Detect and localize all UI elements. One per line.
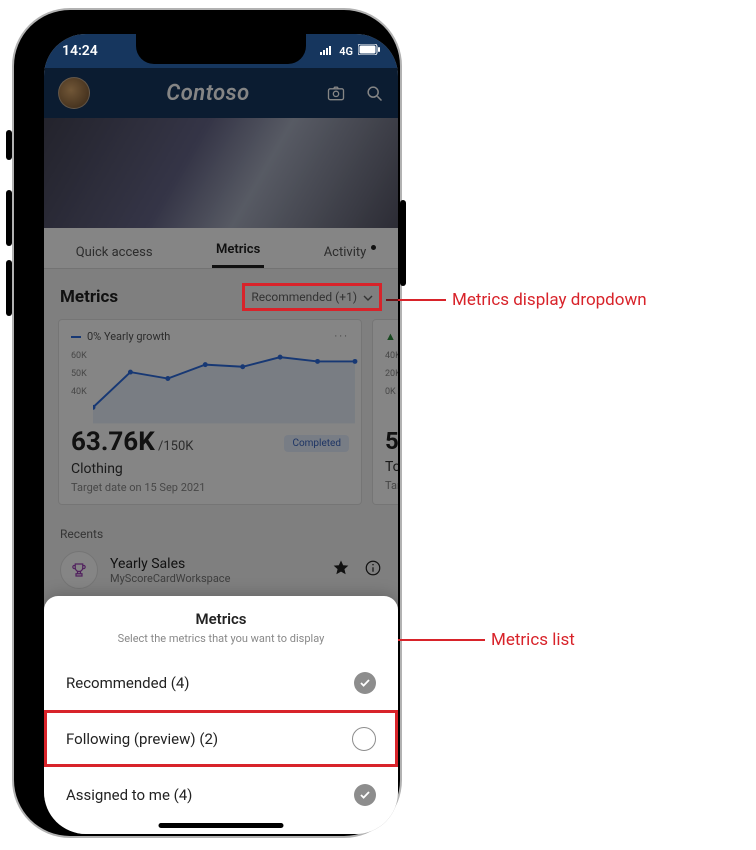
peek-target: Target (385, 479, 398, 492)
callout-dropdown: Metrics display dropdown (386, 290, 647, 310)
card-more-icon[interactable]: ··· (334, 330, 349, 343)
battery-icon (358, 44, 380, 58)
recent-item[interactable]: Yearly Sales MyScoreCardWorkspace (60, 551, 382, 589)
legend-line-icon (71, 336, 81, 338)
callout-list: Metrics list (395, 630, 575, 650)
metrics-cards: 0% Yearly growth ··· 60K 50K 40K (44, 319, 398, 519)
recents-label: Recents (60, 527, 382, 541)
callout-label: Metrics list (491, 630, 575, 650)
sparkline-chart: 60K 50K 40K (71, 347, 349, 425)
callout-label: Metrics display dropdown (452, 290, 647, 310)
peek-value: 53 (385, 427, 398, 455)
camera-icon[interactable] (326, 83, 346, 103)
phone-frame: 14:24 4G Contoso (14, 10, 400, 836)
info-icon[interactable] (364, 559, 382, 581)
option-label: Recommended (4) (66, 674, 190, 692)
tab-activity[interactable]: Activity (320, 245, 371, 268)
y-tick: 50K (71, 369, 87, 379)
metric-value: 63.76K (71, 427, 155, 457)
screen: 14:24 4G Contoso (44, 34, 398, 834)
check-off-icon (352, 727, 376, 751)
option-assigned[interactable]: Assigned to me (4) (44, 767, 398, 822)
y-tick: 20K (385, 369, 398, 379)
metrics-list-sheet: Metrics Select the metrics that you want… (44, 596, 398, 834)
sheet-title: Metrics (44, 610, 398, 628)
y-tick: 40K (385, 351, 398, 361)
notch (136, 34, 306, 64)
metrics-header-row: Metrics Recommended (+1) (44, 269, 398, 319)
hero-banner (44, 118, 398, 228)
search-icon[interactable] (364, 83, 384, 103)
check-on-icon (354, 784, 376, 806)
tab-metrics[interactable]: Metrics (212, 242, 264, 268)
status-time: 14:24 (62, 43, 98, 59)
status-badge: Completed (284, 435, 349, 452)
metric-card-toys[interactable]: ▲ 76 40K 20K 0K 53 Toys Target (372, 319, 398, 505)
option-label: Assigned to me (4) (66, 786, 192, 804)
y-tick: 60K (71, 351, 87, 361)
metric-name: Clothing (71, 461, 349, 477)
tab-bar: Quick access Metrics Activity (44, 228, 398, 269)
peek-name: Toys (385, 459, 398, 475)
activity-dot-icon (371, 245, 376, 250)
star-icon[interactable] (332, 559, 350, 581)
metric-target-date: Target date on 15 Sep 2021 (71, 481, 349, 494)
brand-title: Contoso (166, 81, 249, 106)
option-recommended[interactable]: Recommended (4) (44, 655, 398, 710)
y-tick: 0K (385, 387, 396, 397)
option-label: Following (preview) (2) (66, 730, 218, 748)
home-indicator[interactable] (159, 823, 284, 828)
tab-quick-access[interactable]: Quick access (72, 245, 157, 268)
trophy-icon (60, 551, 98, 589)
check-on-icon (354, 672, 376, 694)
chevron-down-icon (363, 292, 373, 302)
y-tick: 40K (71, 387, 87, 397)
sheet-subtitle: Select the metrics that you want to disp… (44, 632, 398, 645)
network-label: 4G (339, 45, 353, 58)
avatar[interactable] (58, 77, 90, 109)
dropdown-label: Recommended (+1) (251, 290, 357, 304)
metrics-title: Metrics (60, 287, 118, 307)
tab-activity-label: Activity (324, 245, 367, 260)
legend-label: 0% Yearly growth (87, 330, 170, 343)
recent-title: Yearly Sales (110, 556, 230, 572)
option-following[interactable]: Following (preview) (2) (44, 710, 398, 767)
app-header: Contoso (44, 68, 398, 118)
metric-goal: /150K (155, 439, 194, 454)
recent-subtitle: MyScoreCardWorkspace (110, 572, 230, 585)
signal-icon (320, 45, 334, 58)
metric-card-clothing[interactable]: 0% Yearly growth ··· 60K 50K 40K (58, 319, 362, 505)
metrics-display-dropdown[interactable]: Recommended (+1) (242, 283, 382, 311)
